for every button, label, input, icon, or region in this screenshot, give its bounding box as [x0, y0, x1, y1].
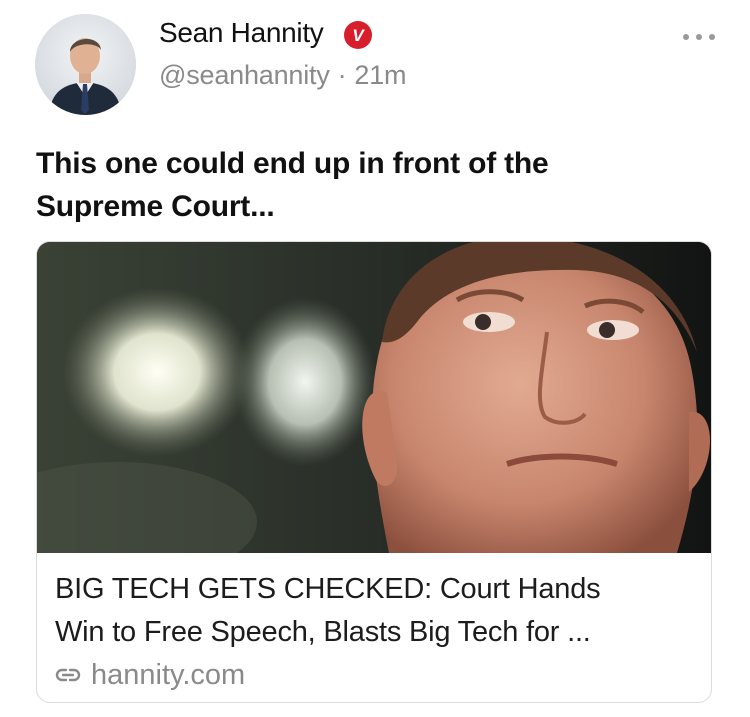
verified-badge-letter: V [352, 26, 365, 45]
author-handle[interactable]: @seanhannity [159, 60, 330, 90]
handle-row: @seanhannity · 21m [159, 60, 407, 91]
tweet-text: This one could end up in front of the Su… [36, 147, 549, 223]
link-card-title-line-1: BIG TECH GETS CHECKED: Court Hands [55, 573, 601, 605]
link-card-title-line-2: Win to Free Speech, Blasts Big Tech for … [55, 616, 591, 648]
author-name[interactable]: Sean Hannity [159, 17, 324, 49]
avatar[interactable] [35, 14, 136, 115]
post-timestamp[interactable]: 21m [354, 60, 406, 90]
link-preview-image [37, 242, 711, 553]
meta-separator: · [337, 60, 347, 90]
link-card-domain-text: hannity.com [91, 658, 246, 691]
verified-badge-icon: V [344, 21, 372, 49]
more-horizontal-icon[interactable] [682, 30, 716, 44]
link-preview-card[interactable]: BIG TECH GETS CHECKED: Court Hands Win t… [36, 241, 712, 703]
link-card-title[interactable]: BIG TECH GETS CHECKED: Court Hands Win t… [55, 568, 685, 654]
avatar-photo [35, 14, 136, 115]
link-card-domain[interactable]: hannity.com [55, 655, 245, 695]
link-chain-icon [55, 668, 81, 682]
